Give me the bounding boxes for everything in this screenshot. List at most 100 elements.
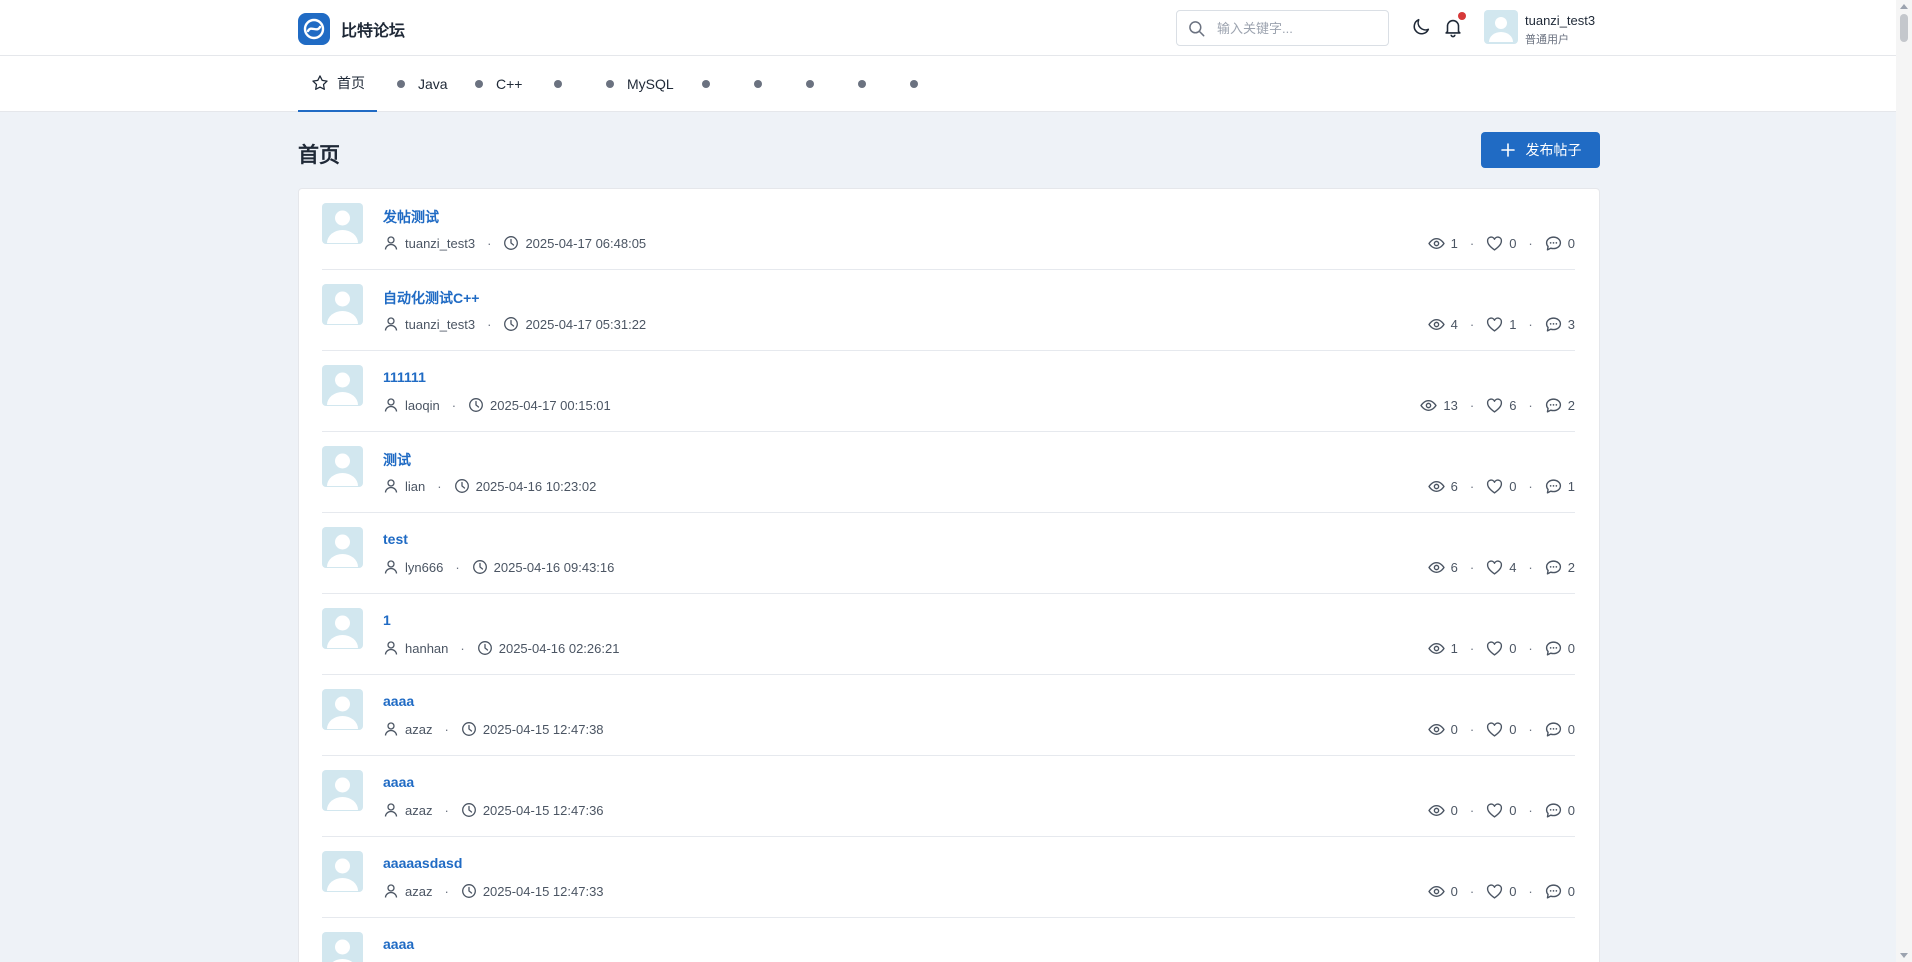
scroll-up-icon[interactable]	[1900, 4, 1908, 9]
forum-logo-icon[interactable]	[298, 13, 330, 45]
user-icon	[384, 236, 398, 250]
author-avatar[interactable]	[322, 608, 363, 649]
post-time: 2025-04-15 12:47:36	[482, 802, 604, 818]
author-avatar[interactable]	[322, 284, 363, 325]
comment-count: 0	[1567, 802, 1575, 818]
post-meta: tuanzi_test3 · 2025-04-17 06:48:05	[383, 233, 646, 253]
page-title: 首页	[298, 144, 340, 167]
tab-category-10[interactable]	[910, 56, 931, 112]
post-time: 2025-04-16 10:23:02	[475, 478, 597, 494]
scrollbar-thumb[interactable]	[1900, 14, 1908, 42]
post-title[interactable]: 发帖测试	[383, 207, 439, 227]
like-count: 0	[1509, 478, 1517, 494]
separator-dot: ·	[1469, 478, 1475, 494]
tab-home[interactable]: 首页	[298, 56, 377, 112]
post-title[interactable]: aaaa	[383, 774, 414, 790]
post-title[interactable]: 测试	[383, 450, 411, 470]
separator-dot: ·	[1528, 559, 1533, 575]
post-list: 发帖测试 tuanzi_test3 · 2025-04-17 06:48:05 …	[298, 188, 1600, 962]
like-count: 6	[1509, 397, 1517, 413]
post-title[interactable]: 自动化测试C++	[383, 288, 479, 308]
post-author[interactable]: laoqin	[405, 398, 440, 413]
post-title[interactable]: aaaa	[383, 693, 414, 709]
post-time: 2025-04-16 09:43:16	[493, 559, 615, 575]
separator-dot: ·	[1469, 235, 1475, 251]
tab-category-7[interactable]	[754, 56, 775, 112]
author-avatar[interactable]	[322, 689, 363, 730]
page-scrollbar[interactable]	[1896, 0, 1912, 962]
new-post-button[interactable]: 发布帖子	[1481, 132, 1600, 168]
comment-count: 0	[1567, 235, 1575, 251]
post-meta: lyn666 · 2025-04-16 09:43:16	[383, 557, 614, 577]
post-title[interactable]: aaaa	[383, 936, 414, 952]
post-author[interactable]: tuanzi_test3	[405, 317, 475, 332]
post-author[interactable]: hanhan	[405, 641, 448, 656]
bullet-icon	[858, 80, 866, 88]
tab-category-9[interactable]	[858, 56, 879, 112]
user-avatar[interactable]	[1484, 10, 1518, 44]
post-row: 自动化测试C++ tuanzi_test3 · 2025-04-17 05:31…	[322, 270, 1575, 351]
author-avatar[interactable]	[322, 527, 363, 568]
post-author[interactable]: azaz	[405, 722, 432, 737]
post-meta: tuanzi_test3 · 2025-04-17 05:31:22	[383, 314, 646, 334]
eye-icon	[1427, 480, 1445, 492]
dark-mode-toggle-icon[interactable]	[1410, 16, 1432, 38]
separator-dot: ·	[1528, 640, 1533, 656]
scroll-down-icon[interactable]	[1900, 953, 1908, 958]
post-title[interactable]: aaaaasdasd	[383, 855, 462, 871]
author-avatar[interactable]	[322, 446, 363, 487]
post-title[interactable]: 111111	[383, 369, 426, 385]
separator-dot: ·	[1528, 802, 1533, 818]
post-stats: 4 · 1 · 3	[1427, 314, 1575, 334]
post-author[interactable]: tuanzi_test3	[405, 236, 475, 251]
author-avatar[interactable]	[322, 203, 363, 244]
post-time: 2025-04-15 12:47:38	[482, 721, 604, 737]
comment-icon	[1545, 640, 1561, 656]
heart-icon	[1487, 316, 1503, 332]
eye-icon	[1420, 399, 1438, 411]
post-stats: 13 · 6 · 2	[1420, 395, 1575, 415]
tab-category-8[interactable]	[806, 56, 827, 112]
author-avatar[interactable]	[322, 932, 363, 962]
post-author[interactable]: azaz	[405, 803, 432, 818]
separator-dot: ·	[444, 883, 449, 899]
view-count: 4	[1450, 316, 1458, 332]
comment-icon	[1545, 316, 1561, 332]
comment-icon	[1545, 559, 1561, 575]
tab-cpp[interactable]: C++	[475, 56, 522, 112]
search-input[interactable]	[1217, 17, 1382, 39]
notification-badge	[1458, 12, 1466, 20]
comment-count: 0	[1567, 640, 1575, 656]
user-icon	[384, 560, 398, 574]
tab-category-4[interactable]	[554, 56, 575, 112]
user-icon	[384, 884, 398, 898]
eye-icon	[1427, 318, 1445, 330]
separator-dot: ·	[1469, 883, 1475, 899]
tab-java[interactable]: Java	[397, 56, 448, 112]
user-role: 普通用户	[1525, 34, 1569, 46]
user-icon	[384, 803, 398, 817]
post-meta: laoqin · 2025-04-17 00:15:01	[383, 395, 611, 415]
post-row: 发帖测试 tuanzi_test3 · 2025-04-17 06:48:05 …	[322, 189, 1575, 270]
user-name[interactable]: tuanzi_test3	[1525, 13, 1595, 28]
tab-category-6[interactable]	[702, 56, 723, 112]
search-box[interactable]	[1176, 10, 1389, 46]
eye-icon	[1427, 561, 1445, 573]
post-author[interactable]: lyn666	[405, 560, 443, 575]
author-avatar[interactable]	[322, 851, 363, 892]
post-title[interactable]: 1	[383, 612, 391, 628]
post-stats: 0 · 0 · 0	[1427, 800, 1575, 820]
post-title[interactable]: test	[383, 531, 408, 547]
post-stats: 6 · 4 · 2	[1427, 557, 1575, 577]
post-author[interactable]: azaz	[405, 884, 432, 899]
user-icon	[384, 641, 398, 655]
post-author[interactable]: lian	[405, 479, 425, 494]
comment-count: 3	[1567, 316, 1575, 332]
author-avatar[interactable]	[322, 770, 363, 811]
tab-mysql[interactable]: MySQL	[606, 56, 674, 112]
bullet-icon	[475, 80, 483, 88]
post-time: 2025-04-16 02:26:21	[498, 640, 620, 656]
separator-dot: ·	[1528, 721, 1533, 737]
author-avatar[interactable]	[322, 365, 363, 406]
brand-name[interactable]: 比特论坛	[341, 17, 405, 41]
